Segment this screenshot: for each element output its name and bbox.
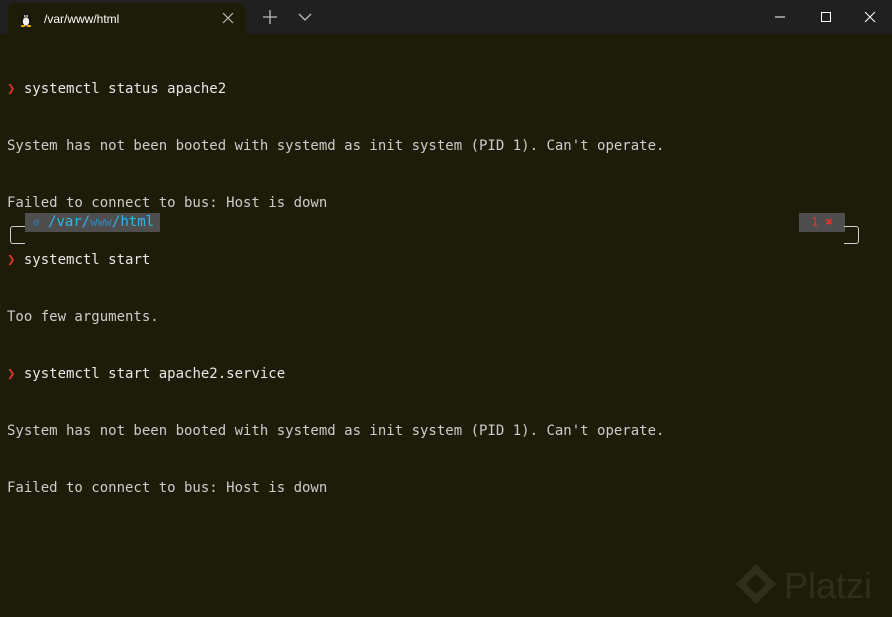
- watermark-text: Platzi: [784, 565, 873, 606]
- chevron-down-icon[interactable]: [297, 11, 313, 23]
- prompt-arrow-icon: ❯: [7, 366, 16, 382]
- platzi-logo-icon: [736, 564, 776, 604]
- path-middle: www: [90, 215, 112, 229]
- terminal-line-output: Failed to connect to bus: Host is down: [7, 195, 328, 211]
- path-suffix: /html: [111, 214, 155, 230]
- tab-active[interactable]: /var/www/html: [8, 3, 246, 34]
- prompt-frame-left: [10, 226, 25, 244]
- maximize-button[interactable]: [802, 0, 848, 34]
- prompt-path-segment: ⌀ /var/www/html: [25, 213, 161, 232]
- tab-close-icon[interactable]: [222, 12, 234, 24]
- minimize-button[interactable]: [756, 0, 802, 34]
- command-text: systemctl start: [23, 252, 151, 268]
- maximize-icon: [821, 12, 831, 22]
- terminal-line-output: System has not been booted with systemd …: [7, 423, 665, 439]
- prompt-arrow-icon: ❯: [7, 252, 16, 268]
- new-tab-plus-icon[interactable]: [262, 9, 278, 25]
- close-window-button[interactable]: [846, 0, 892, 34]
- powerline-prompt: ⌀ /var/www/html 1 ✖: [10, 212, 859, 244]
- terminal-window: /var/www/html ❯ systemctl status apache2…: [0, 0, 892, 617]
- terminal-line-command: ❯ systemctl start: [7, 251, 892, 270]
- terminal-line-output: Too few arguments.: [7, 309, 159, 325]
- title-bar: /var/www/html: [0, 0, 892, 34]
- exit-status-segment: 1 ✖: [799, 213, 845, 232]
- close-icon: [864, 11, 876, 23]
- platzi-watermark: Platzi: [734, 560, 892, 612]
- terminal-line-command: ❯ systemctl start apache2.service: [7, 365, 892, 384]
- command-text: systemctl start apache2.service: [23, 366, 286, 382]
- terminal-line-command: ❯ systemctl status apache2: [7, 80, 892, 99]
- terminal-output[interactable]: ❯ systemctl status apache2 System has no…: [7, 42, 892, 536]
- terminal-line-output: Failed to connect to bus: Host is down: [7, 480, 328, 496]
- minimize-icon: [775, 16, 785, 18]
- prompt-arrow-icon: ❯: [7, 81, 16, 97]
- prompt-frame-right: [844, 226, 859, 244]
- command-text: systemctl status apache2: [23, 81, 227, 97]
- lock-icon: ⌀: [33, 216, 40, 229]
- terminal-line-output: System has not been booted with systemd …: [7, 138, 665, 154]
- tab-title: /var/www/html: [44, 12, 120, 26]
- path-prefix: /var/: [48, 214, 91, 230]
- linux-penguin-icon: [20, 13, 32, 27]
